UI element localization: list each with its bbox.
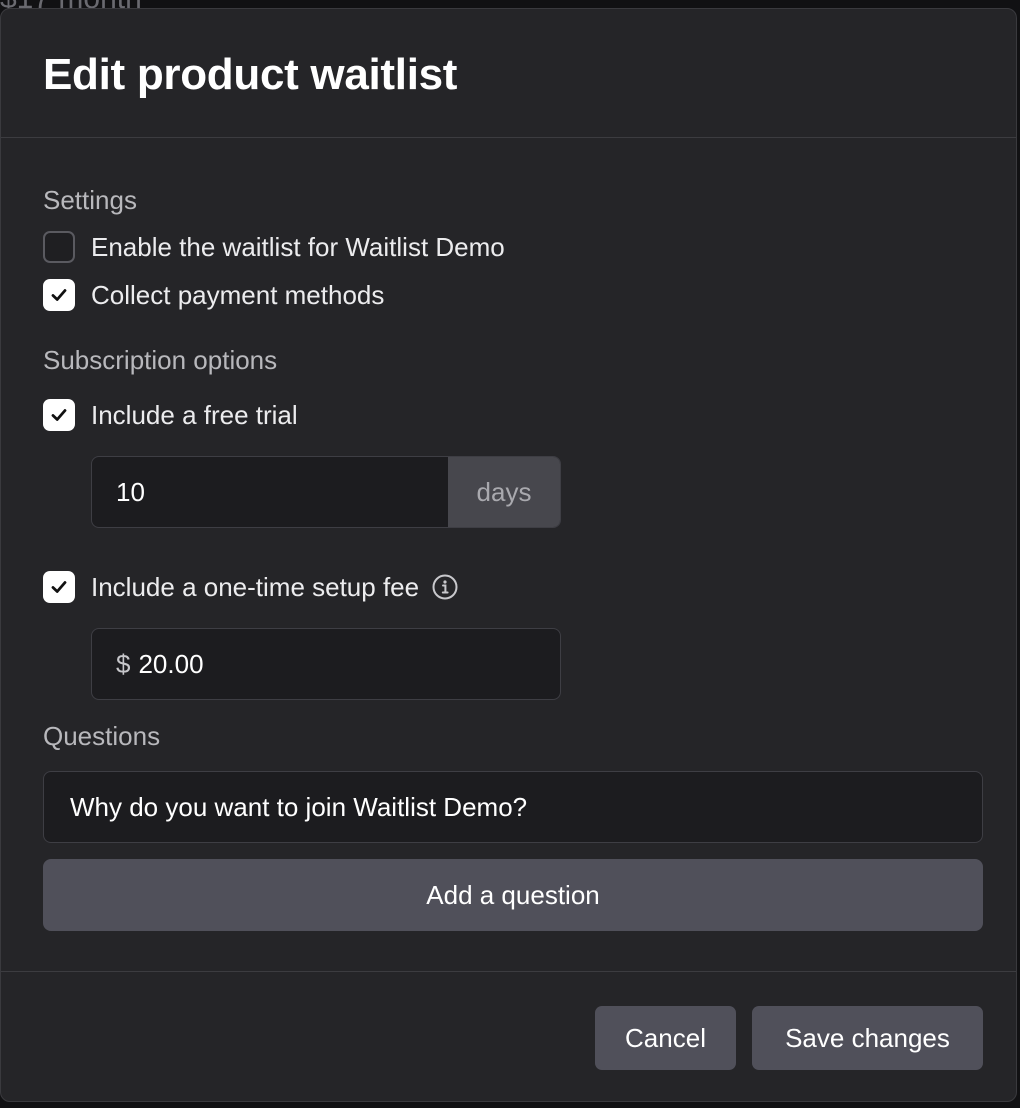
- setup-fee-input-group[interactable]: $ 20.00: [91, 628, 561, 700]
- free-trial-label[interactable]: Include a free trial: [91, 400, 298, 430]
- question-input[interactable]: Why do you want to join Waitlist Demo?: [43, 771, 983, 843]
- enable-waitlist-label[interactable]: Enable the waitlist for Waitlist Demo: [91, 232, 505, 262]
- trial-days-input[interactable]: 10: [92, 457, 448, 527]
- checkmark-icon: [51, 289, 67, 301]
- setup-fee-input[interactable]: $ 20.00: [92, 629, 560, 699]
- questions-section-label: Questions: [43, 721, 161, 751]
- setup-fee-row[interactable]: Include a one-time setup fee: [43, 571, 459, 603]
- setup-fee-label[interactable]: Include a one-time setup fee: [91, 572, 419, 602]
- info-circle-icon[interactable]: [431, 573, 459, 601]
- checkmark-icon: [51, 409, 67, 421]
- trial-days-input-group[interactable]: 10 days: [91, 456, 561, 528]
- edit-waitlist-modal: Edit product waitlist Settings Enable th…: [0, 8, 1017, 1102]
- save-changes-button[interactable]: Save changes: [752, 1006, 983, 1070]
- settings-section-label: Settings: [43, 185, 137, 215]
- collect-payment-row[interactable]: Collect payment methods: [43, 279, 384, 311]
- collect-payment-label[interactable]: Collect payment methods: [91, 280, 384, 310]
- enable-waitlist-row[interactable]: Enable the waitlist for Waitlist Demo: [43, 231, 505, 263]
- modal-body: Settings Enable the waitlist for Waitlis…: [1, 138, 1016, 972]
- free-trial-checkbox[interactable]: [43, 399, 75, 431]
- free-trial-row[interactable]: Include a free trial: [43, 399, 298, 431]
- enable-waitlist-checkbox[interactable]: [43, 231, 75, 263]
- setup-fee-checkbox[interactable]: [43, 571, 75, 603]
- collect-payment-checkbox[interactable]: [43, 279, 75, 311]
- currency-symbol: $: [116, 648, 131, 679]
- checkmark-icon: [51, 581, 67, 593]
- subscription-section-label: Subscription options: [43, 345, 278, 375]
- modal-footer: Cancel Save changes: [1, 972, 1016, 1101]
- trial-days-unit: days: [448, 457, 560, 527]
- modal-title: Edit product waitlist: [43, 50, 458, 99]
- cancel-button[interactable]: Cancel: [595, 1006, 736, 1070]
- add-question-button[interactable]: Add a question: [43, 859, 983, 931]
- setup-fee-value: 20.00: [138, 648, 204, 679]
- modal-header: Edit product waitlist: [1, 9, 1016, 138]
